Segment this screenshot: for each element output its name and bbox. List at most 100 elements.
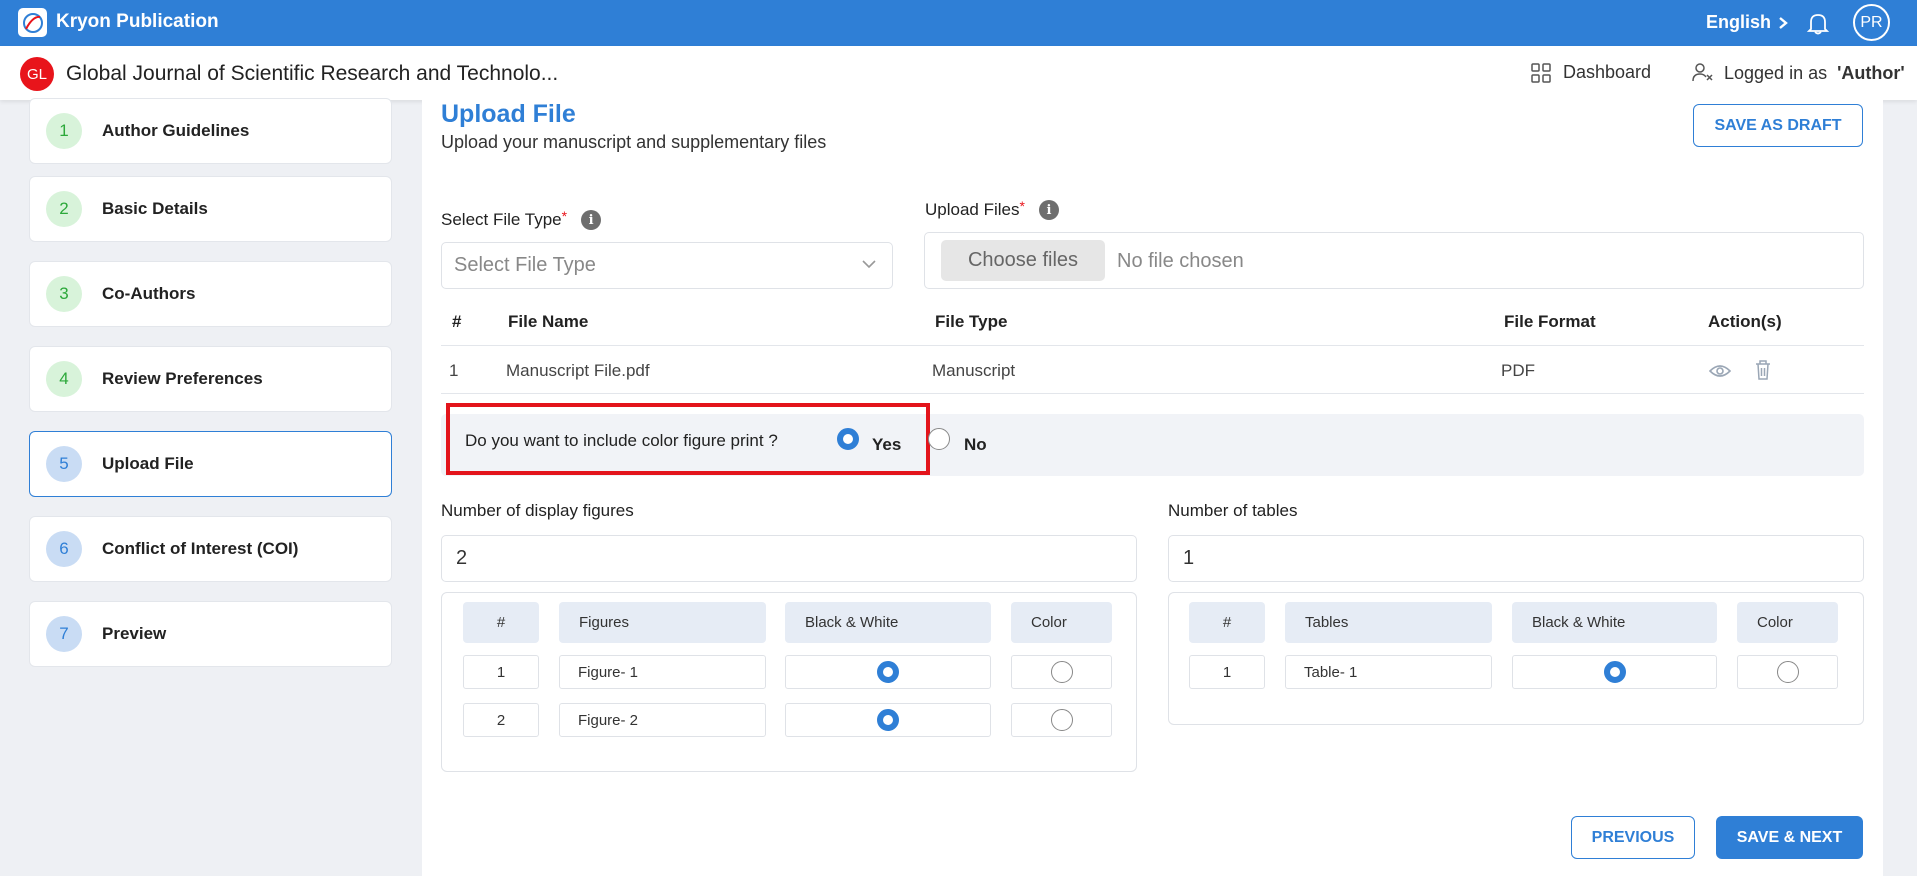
step-co-authors[interactable]: 3 Co-Authors	[29, 261, 392, 327]
journal-badge: GL	[20, 57, 54, 91]
top-bar: Kryon Publication English PR	[0, 0, 1917, 46]
figures-header-name: Figures	[559, 602, 766, 643]
info-icon[interactable]: i	[581, 210, 602, 230]
tables-grid: # Tables Black & White Color 1 Table- 1	[1168, 592, 1864, 725]
step-label: Conflict of Interest (COI)	[102, 539, 299, 558]
info-icon[interactable]: i	[1038, 200, 1059, 220]
dashboard-label: Dashboard	[1563, 62, 1652, 82]
trash-icon[interactable]	[1755, 360, 1771, 380]
choose-files-button[interactable]: Choose files	[941, 240, 1105, 281]
upload-panel: Upload File Upload your manuscript and s…	[422, 100, 1883, 876]
col-header-index: #	[452, 312, 462, 331]
file-row-type: Manuscript	[932, 361, 1016, 380]
upload-files-label: Upload Files * i	[925, 198, 1059, 220]
figures-header-index: #	[463, 602, 539, 643]
eye-icon[interactable]	[1709, 363, 1731, 379]
language-selector[interactable]: English	[1706, 12, 1789, 33]
figure-row-index: 2	[463, 703, 539, 737]
figures-count-input[interactable]: 2	[441, 535, 1137, 582]
step-label: Basic Details	[102, 199, 208, 218]
file-type-select[interactable]: Select File Type	[441, 242, 893, 289]
bell-icon[interactable]	[1805, 10, 1831, 36]
step-basic-details[interactable]: 2 Basic Details	[29, 176, 392, 242]
tables-header-name: Tables	[1285, 602, 1492, 643]
user-avatar[interactable]: PR	[1853, 4, 1890, 41]
figure-row-color-cell	[1011, 703, 1112, 737]
figure-2-color-radio[interactable]	[1050, 709, 1073, 731]
figure-row-name: Figure- 2	[559, 703, 766, 737]
figure-2-bw-radio[interactable]	[877, 709, 899, 731]
figure-row-name: Figure- 1	[559, 655, 766, 689]
file-type-label: Select File Type * i	[441, 208, 602, 230]
step-conflict-of-interest[interactable]: 6 Conflict of Interest (COI)	[29, 516, 392, 582]
color-print-yes-radio[interactable]	[837, 428, 859, 450]
table-row-index: 1	[1189, 655, 1265, 689]
figure-1-color-radio[interactable]	[1050, 661, 1073, 683]
file-type-placeholder: Select File Type	[454, 254, 596, 276]
step-label: Author Guidelines	[102, 121, 250, 140]
figures-count-label: Number of display figures	[441, 501, 634, 520]
logged-prefix: Logged in as	[1724, 62, 1828, 83]
figure-row-index: 1	[463, 655, 539, 689]
step-number: 2	[46, 191, 82, 227]
figures-header-bw: Black & White	[785, 602, 991, 643]
table-1-color-radio[interactable]	[1776, 661, 1799, 683]
save-and-next-button[interactable]: SAVE & NEXT	[1716, 816, 1863, 859]
tables-header-bw: Black & White	[1512, 602, 1717, 643]
journal-bar: GL Global Journal of Scientific Research…	[0, 46, 1917, 100]
dashboard-link[interactable]: Dashboard	[1531, 62, 1651, 83]
chevron-down-icon	[862, 260, 876, 269]
logged-role: 'Author'	[1837, 62, 1905, 83]
journal-title: Global Journal of Scientific Research an…	[66, 62, 559, 85]
step-preview[interactable]: 7 Preview	[29, 601, 392, 667]
file-upload-field: Choose files No file chosen	[924, 232, 1864, 289]
color-print-no-radio[interactable]	[928, 428, 950, 450]
save-as-draft-button[interactable]: SAVE AS DRAFT	[1693, 104, 1863, 147]
col-header-file-format: File Format	[1504, 312, 1596, 331]
figure-row-bw-cell	[785, 703, 991, 737]
required-mark: *	[1019, 198, 1025, 214]
brand-logo-icon[interactable]	[18, 8, 47, 37]
tables-count-input[interactable]: 1	[1168, 535, 1864, 582]
table-row-name: Table- 1	[1285, 655, 1492, 689]
step-number: 7	[46, 616, 82, 652]
step-number: 1	[46, 113, 82, 149]
figures-header-color: Color	[1011, 602, 1112, 643]
step-author-guidelines[interactable]: 1 Author Guidelines	[29, 98, 392, 164]
table-row-bw-cell	[1512, 655, 1717, 689]
figure-1-bw-radio[interactable]	[877, 661, 899, 683]
file-type-label-text: Select File Type	[441, 210, 562, 229]
step-review-preferences[interactable]: 4 Review Preferences	[29, 346, 392, 412]
color-print-question: Do you want to include color figure prin…	[465, 431, 778, 450]
upload-files-label-text: Upload Files	[925, 200, 1020, 219]
brand-name[interactable]: Kryon Publication	[56, 11, 219, 33]
logged-in-status: Logged in as 'Author'	[1692, 62, 1905, 84]
step-number: 4	[46, 361, 82, 397]
file-row-index: 1	[449, 361, 459, 380]
col-header-file-type: File Type	[935, 312, 1008, 331]
color-print-yes-label[interactable]: Yes	[872, 435, 901, 455]
col-header-file-name: File Name	[508, 312, 589, 331]
required-mark: *	[561, 208, 568, 224]
step-label: Co-Authors	[102, 284, 196, 303]
figures-grid: # Figures Black & White Color 1 Figure- …	[441, 592, 1137, 772]
color-print-no-label[interactable]: No	[964, 435, 987, 455]
step-number: 6	[46, 531, 82, 567]
tables-header-index: #	[1189, 602, 1265, 643]
figure-row-color-cell	[1011, 655, 1112, 689]
page-title: Upload File	[441, 100, 576, 128]
divider	[441, 393, 1864, 394]
no-file-text: No file chosen	[1117, 250, 1244, 272]
step-label: Review Preferences	[102, 369, 263, 388]
previous-button[interactable]: PREVIOUS	[1571, 816, 1695, 859]
grid-icon	[1531, 62, 1551, 83]
table-row-color-cell	[1737, 655, 1838, 689]
file-row-format: PDF	[1501, 361, 1535, 380]
table-1-bw-radio[interactable]	[1603, 661, 1626, 683]
step-label: Preview	[102, 624, 167, 643]
chevron-right-icon	[1779, 16, 1788, 29]
step-number: 3	[46, 276, 82, 312]
col-header-actions: Action(s)	[1708, 312, 1782, 331]
step-upload-file[interactable]: 5 Upload File	[29, 431, 392, 497]
divider	[441, 345, 1864, 346]
